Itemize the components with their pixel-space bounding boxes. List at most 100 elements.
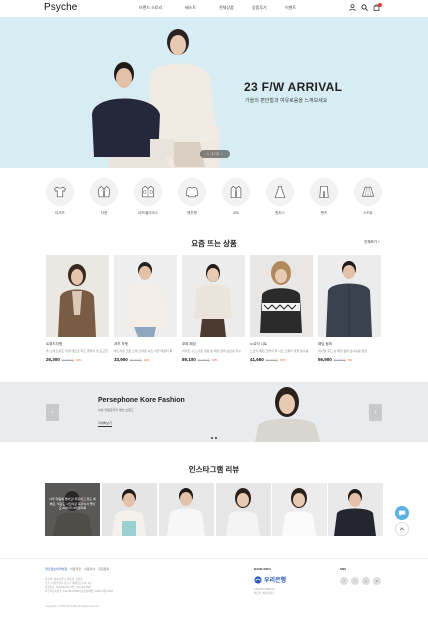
pagination-dot[interactable] (211, 437, 213, 439)
category-label: 코트 (232, 211, 240, 215)
promo-title: Persephone Kore Fashion (98, 397, 185, 404)
product-discount: 15% (279, 358, 286, 362)
product-name: 푸퍼 패딩 (182, 342, 196, 346)
product-image[interactable] (250, 255, 313, 337)
bank-logo: 우리은행 (254, 575, 286, 584)
promo-pagination (211, 437, 217, 439)
nav-event[interactable]: 이벤트 (285, 5, 315, 11)
shirt-icon (134, 178, 162, 206)
footer-link-withdraw[interactable]: 회원탈퇴 (98, 567, 109, 571)
sweatshirt-icon (178, 178, 206, 206)
product-image[interactable] (114, 255, 177, 337)
view-all-link[interactable]: 전체보기 + (364, 240, 380, 245)
cart-button[interactable] (373, 3, 382, 11)
product-desc: 부드러운 코튼 소재 오버핏 셔츠 자켓 데일리 룩 (114, 349, 173, 353)
bank-info-heading: BANK INFO (254, 567, 271, 571)
category-label: 셔츠/블라우스 (137, 211, 159, 215)
instagram-post[interactable] (272, 483, 327, 536)
bank-name: 우리은행 (264, 578, 287, 584)
product-card[interactable]: 패딩 점퍼 미니멀 후드 숏 패딩 점퍼 남녀공용 방한 56,900 59,90… (318, 255, 381, 362)
category-sweatshirt[interactable]: 맨투맨 (177, 178, 207, 216)
instagram-icon[interactable]: i (351, 577, 359, 585)
promo-subtitle: 여성 컨템포러리 패션 브랜드 (98, 408, 134, 412)
hero-models-image (92, 29, 220, 168)
sns-links: f i y b (340, 577, 381, 585)
nav-reviews[interactable]: 상품후기 (252, 5, 285, 11)
product-price-row: 56,900 59,900원 5% (318, 357, 381, 362)
nav-best[interactable]: 베스트 (185, 5, 219, 11)
product-discount: 10% (211, 358, 218, 362)
product-price: 26,300 (46, 357, 60, 362)
site-header: Psyche 브랜드 스토리 베스트 전체상품 상품후기 이벤트 (0, 0, 428, 17)
copyright: Copyright © 2023 PSYCHE. All rights rese… (45, 605, 100, 608)
nav-all-products[interactable]: 전체상품 (219, 5, 252, 11)
chat-button[interactable] (395, 506, 409, 520)
promo-prev-arrow-icon[interactable]: ‹ (46, 404, 59, 421)
blog-icon[interactable]: b (373, 577, 381, 585)
jacket-icon (90, 178, 118, 206)
category-jacket[interactable]: 자켓 (89, 178, 119, 216)
product-image[interactable] (318, 255, 381, 337)
product-original-price: 39,000원 (129, 358, 142, 362)
product-original-price: 59,900원 (333, 358, 346, 362)
instagram-post[interactable] (216, 483, 271, 536)
category-label: 팬츠 (320, 211, 328, 215)
category-list: 티셔츠 자켓 셔츠/블라우스 맨투맨 코트 원피스 팬츠 스커트 (45, 178, 385, 223)
bank-holder: 예금주: 싸이키(주) (254, 592, 274, 595)
bank-details: 1234-567-890123 예금주: 싸이키(주) (254, 588, 274, 596)
product-card[interactable]: 셔츠 자켓 부드러운 코튼 소재 오버핏 셔츠 자켓 데일리 룩 33,900 3… (114, 255, 177, 362)
nav-brand-story[interactable]: 브랜드 스토리 (139, 5, 185, 11)
chat-icon (398, 510, 406, 517)
header-icons (349, 3, 382, 11)
footer-link-privacy[interactable]: 개인정보처리방침 (45, 567, 67, 571)
category-pants[interactable]: 팬츠 (309, 178, 339, 216)
hero-subtitle: 가을의 편안함과 여유로움을 느껴보세요 (245, 98, 328, 104)
product-card[interactable]: 노르딕 니트 노르딕 패턴 크루넥 울 니트 스웨터 겨울 필수템 41,650… (250, 255, 313, 362)
product-price: 56,900 (318, 357, 332, 362)
instagram-post[interactable] (328, 483, 383, 536)
search-icon[interactable] (361, 4, 368, 11)
instagram-section-title: 인스타그램 리뷰 (188, 465, 240, 474)
product-desc: 울 소재 트위드 자켓 레트로 무드 클래식 핏 포근한 느낌 (46, 349, 109, 353)
facebook-icon[interactable]: f (340, 577, 348, 585)
product-price: 41,650 (250, 357, 264, 362)
pager-next-icon[interactable]: › (221, 152, 222, 156)
instagram-post[interactable] (159, 483, 214, 536)
youtube-icon[interactable]: y (362, 577, 370, 585)
scroll-top-button[interactable] (395, 522, 409, 536)
product-discount: 5% (347, 358, 353, 362)
user-icon[interactable] (349, 4, 356, 11)
category-label: 티셔츠 (55, 211, 65, 215)
logo[interactable]: Psyche (44, 2, 77, 13)
product-original-price: 49,000원 (265, 358, 278, 362)
company-info-line: 사업자등록번호: 123-45-67890 | 통신판매업: 2023-서울-1… (45, 590, 113, 593)
instagram-post[interactable]: 너무 마음에 들어요! 따뜻하고 핏도 예뻐요. 색감도 사진이랑 똑같아서 좋… (45, 483, 100, 536)
category-dress[interactable]: 원피스 (265, 178, 295, 216)
product-price-row: 41,650 49,000원 15% (250, 357, 313, 362)
product-card[interactable]: 푸퍼 패딩 라이트 구스 다운 경량 숏 패딩 점퍼 보온성 우수 89,100… (182, 255, 245, 362)
product-image[interactable] (46, 255, 109, 337)
category-shirt[interactable]: 셔츠/블라우스 (133, 178, 163, 216)
footer-link-guide[interactable]: 이용안내 (84, 567, 95, 571)
pagination-dot[interactable] (215, 437, 217, 439)
pager-prev-icon[interactable]: ‹ (207, 152, 208, 156)
product-discount: 10% (75, 358, 82, 362)
product-image[interactable] (182, 255, 245, 337)
category-coat[interactable]: 코트 (221, 178, 251, 216)
hero-banner[interactable]: 23 F/W ARRIVAL 가을의 편안함과 여유로움을 느껴보세요 ‹ 1 … (0, 17, 428, 168)
footer-link-terms[interactable]: 이용약관 (70, 567, 81, 571)
product-card[interactable]: 트위드자켓 울 소재 트위드 자켓 레트로 무드 클래식 핏 포근한 느낌 26… (46, 255, 109, 362)
main-nav: 브랜드 스토리 베스트 전체상품 상품후기 이벤트 (139, 5, 315, 11)
instagram-post[interactable] (102, 483, 157, 536)
tshirt-icon (46, 178, 74, 206)
category-skirt[interactable]: 스커트 (353, 178, 383, 216)
product-name: 트위드자켓 (46, 342, 63, 346)
promo-banner[interactable] (0, 382, 428, 442)
hero-pager[interactable]: ‹ 1 / 3 › (200, 150, 230, 158)
product-original-price: 99,000원 (197, 358, 210, 362)
category-tshirt[interactable]: 티셔츠 (45, 178, 75, 216)
promo-more-button[interactable]: 자세히보기 (98, 421, 112, 427)
promo-next-arrow-icon[interactable]: › (369, 404, 382, 421)
sns-heading: SNS (340, 567, 347, 571)
promo-model-image (255, 387, 320, 442)
